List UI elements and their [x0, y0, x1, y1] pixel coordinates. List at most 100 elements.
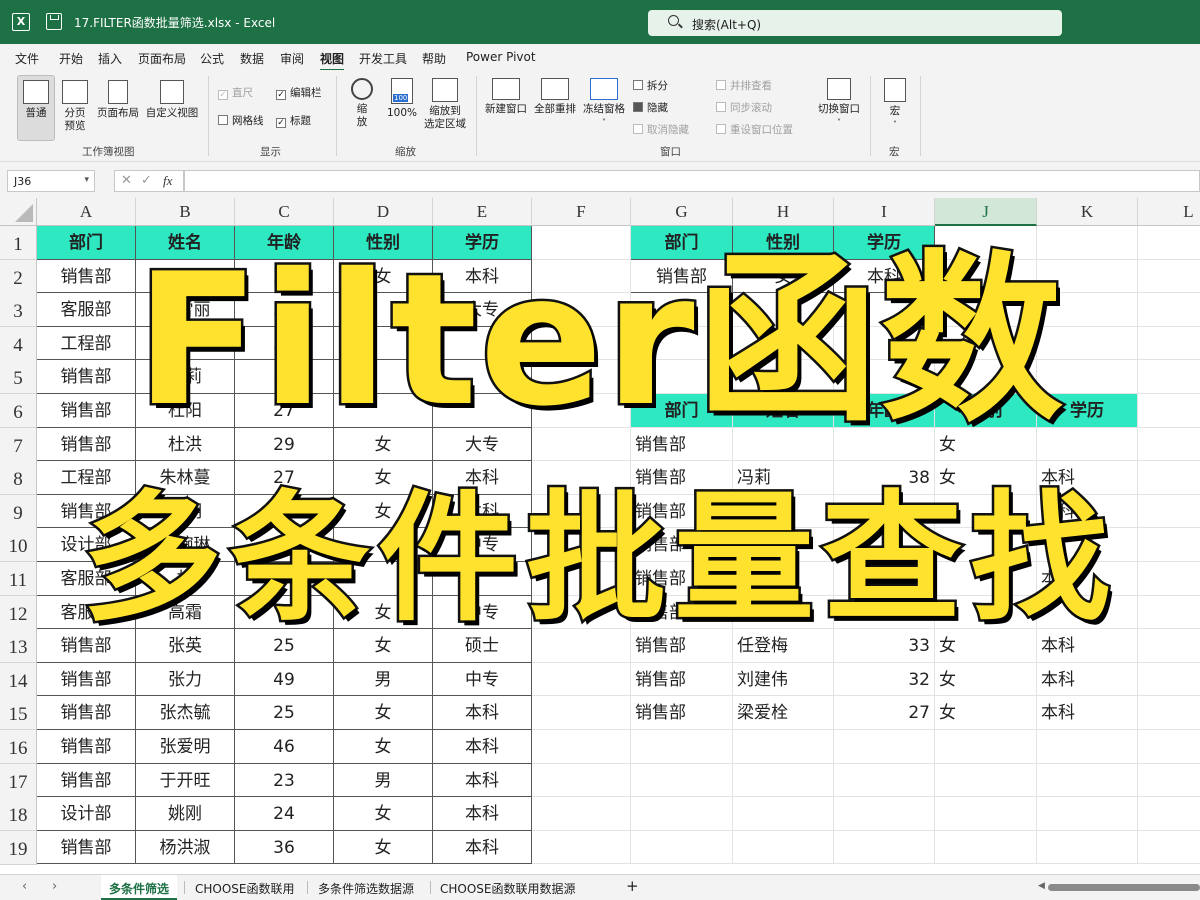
source-header-cell[interactable]: 学历: [433, 226, 532, 260]
grid-cell[interactable]: [1138, 495, 1200, 529]
result-data-cell[interactable]: [733, 528, 834, 562]
row-header-6[interactable]: 6: [0, 394, 37, 428]
cancel-icon[interactable]: ✕: [121, 173, 132, 188]
result-data-cell[interactable]: 销售部: [631, 494, 733, 529]
source-data-cell[interactable]: 张英: [136, 629, 235, 663]
grid-cell[interactable]: [532, 293, 631, 327]
grid-cell[interactable]: [1138, 596, 1200, 630]
result-header-cell[interactable]: 年龄: [834, 394, 935, 428]
tab-review[interactable]: 审阅: [280, 50, 304, 67]
source-data-cell[interactable]: 杜阳: [136, 394, 235, 428]
source-data-cell[interactable]: 司雪丽: [136, 293, 235, 327]
result-data-cell[interactable]: 本科: [1037, 562, 1138, 596]
source-data-cell[interactable]: [334, 528, 433, 562]
zoom-to-selection-button[interactable]: 缩放到 选定区域: [420, 78, 470, 131]
result-data-cell[interactable]: 38: [834, 461, 935, 495]
grid-cell[interactable]: [532, 259, 631, 294]
sheet-tab-multi-filter[interactable]: 多条件筛选: [101, 875, 178, 900]
search-box[interactable]: 搜索(Alt+Q): [648, 10, 1062, 36]
grid-cell[interactable]: [834, 293, 935, 327]
source-data-cell[interactable]: 销售部: [37, 629, 136, 663]
source-data-cell[interactable]: 24: [235, 797, 334, 831]
row-header-1[interactable]: 1: [0, 226, 37, 260]
source-data-cell[interactable]: 杜洪: [136, 427, 235, 462]
headings-checkbox[interactable]: ✓ 标题: [276, 113, 311, 128]
row-header-15[interactable]: 15: [0, 696, 37, 731]
grid-cell[interactable]: [532, 427, 631, 462]
page-layout-button[interactable]: 页面布局: [95, 80, 141, 120]
result-data-cell[interactable]: 销售部: [631, 528, 733, 562]
grid-cell[interactable]: [1138, 764, 1200, 798]
result-data-cell[interactable]: [1037, 427, 1138, 462]
row-header-7[interactable]: 7: [0, 427, 37, 462]
scroll-left-icon[interactable]: ◀: [1038, 881, 1045, 891]
scroll-right-icon[interactable]: ›: [52, 879, 57, 894]
source-data-cell[interactable]: 朱明: [136, 494, 235, 529]
column-header-a[interactable]: A: [37, 198, 136, 226]
source-data-cell[interactable]: 工程部: [37, 326, 136, 361]
source-data-cell[interactable]: 27: [235, 394, 334, 428]
insert-function-icon[interactable]: fx: [163, 173, 172, 189]
source-data-cell[interactable]: 销售部: [37, 427, 136, 462]
criteria-header-cell[interactable]: 性别: [733, 226, 834, 260]
source-data-cell[interactable]: 本科: [433, 461, 532, 495]
result-data-cell[interactable]: 梁爱栓: [733, 696, 834, 730]
grid-cell[interactable]: [935, 259, 1037, 294]
source-data-cell[interactable]: 于开旺: [136, 763, 235, 798]
source-data-cell[interactable]: 46: [235, 730, 334, 764]
row-header-10[interactable]: 10: [0, 528, 37, 563]
grid-cell[interactable]: [532, 696, 631, 730]
grid-cell[interactable]: [935, 797, 1037, 831]
row-header-11[interactable]: 11: [0, 562, 37, 596]
source-data-cell[interactable]: [235, 595, 334, 630]
grid-cell[interactable]: [631, 763, 733, 798]
sheet-tab-multi-filter-source[interactable]: 多条件筛选数据源: [310, 875, 422, 900]
view-side-by-side-button[interactable]: 并排查看: [716, 78, 772, 93]
row-header-4[interactable]: 4: [0, 326, 37, 361]
source-data-cell[interactable]: 销售部: [37, 360, 136, 394]
result-data-cell[interactable]: 本科: [1037, 629, 1138, 663]
criteria-value-cell[interactable]: 女: [733, 259, 834, 294]
result-data-cell[interactable]: 销售部: [631, 461, 733, 495]
result-data-cell[interactable]: 女: [935, 427, 1037, 462]
grid-cell[interactable]: [1037, 226, 1138, 260]
row-header-18[interactable]: 18: [0, 797, 37, 832]
source-data-cell[interactable]: 38: [235, 360, 334, 394]
source-data-cell[interactable]: 张爱明: [136, 730, 235, 764]
macros-button[interactable]: 宏 ˅: [880, 78, 910, 131]
source-data-cell[interactable]: 女: [334, 259, 433, 294]
source-header-cell[interactable]: 性别: [334, 226, 433, 260]
result-data-cell[interactable]: 本科: [1037, 696, 1138, 730]
result-data-cell[interactable]: [935, 595, 1037, 630]
page-break-preview-button[interactable]: 分页 预览: [58, 80, 92, 133]
result-data-cell[interactable]: [733, 427, 834, 462]
split-button[interactable]: 拆分: [633, 78, 668, 93]
source-data-cell[interactable]: 销售部: [37, 830, 136, 865]
grid-cell[interactable]: [1037, 293, 1138, 327]
grid-cell[interactable]: [1138, 629, 1200, 663]
select-all-button[interactable]: [0, 198, 37, 226]
grid-cell[interactable]: [1138, 327, 1200, 361]
result-data-cell[interactable]: [935, 562, 1037, 596]
source-data-cell[interactable]: 25: [235, 326, 334, 361]
grid-cell[interactable]: [1138, 226, 1200, 260]
source-data-cell[interactable]: [433, 326, 532, 361]
source-data-cell[interactable]: [334, 326, 433, 361]
row-header-2[interactable]: 2: [0, 259, 37, 294]
grid-cell[interactable]: [1138, 528, 1200, 562]
grid-cell[interactable]: [733, 293, 834, 327]
result-data-cell[interactable]: 销售部: [631, 629, 733, 663]
tab-view[interactable]: 视图: [320, 50, 345, 71]
result-data-cell[interactable]: 32: [834, 662, 935, 697]
grid-cell[interactable]: [532, 730, 631, 764]
row-header-3[interactable]: 3: [0, 293, 37, 328]
grid-cell[interactable]: [834, 730, 935, 764]
column-header-b[interactable]: B: [136, 198, 235, 226]
result-header-cell[interactable]: 性别: [935, 394, 1037, 428]
zoom-button[interactable]: 缩 放: [346, 78, 378, 129]
grid-cell[interactable]: [532, 360, 631, 394]
result-data-cell[interactable]: 销售部: [631, 595, 733, 630]
criteria-value-cell[interactable]: 本科: [834, 259, 935, 294]
grid-cell[interactable]: [1138, 696, 1200, 730]
grid-cell[interactable]: [935, 830, 1037, 865]
